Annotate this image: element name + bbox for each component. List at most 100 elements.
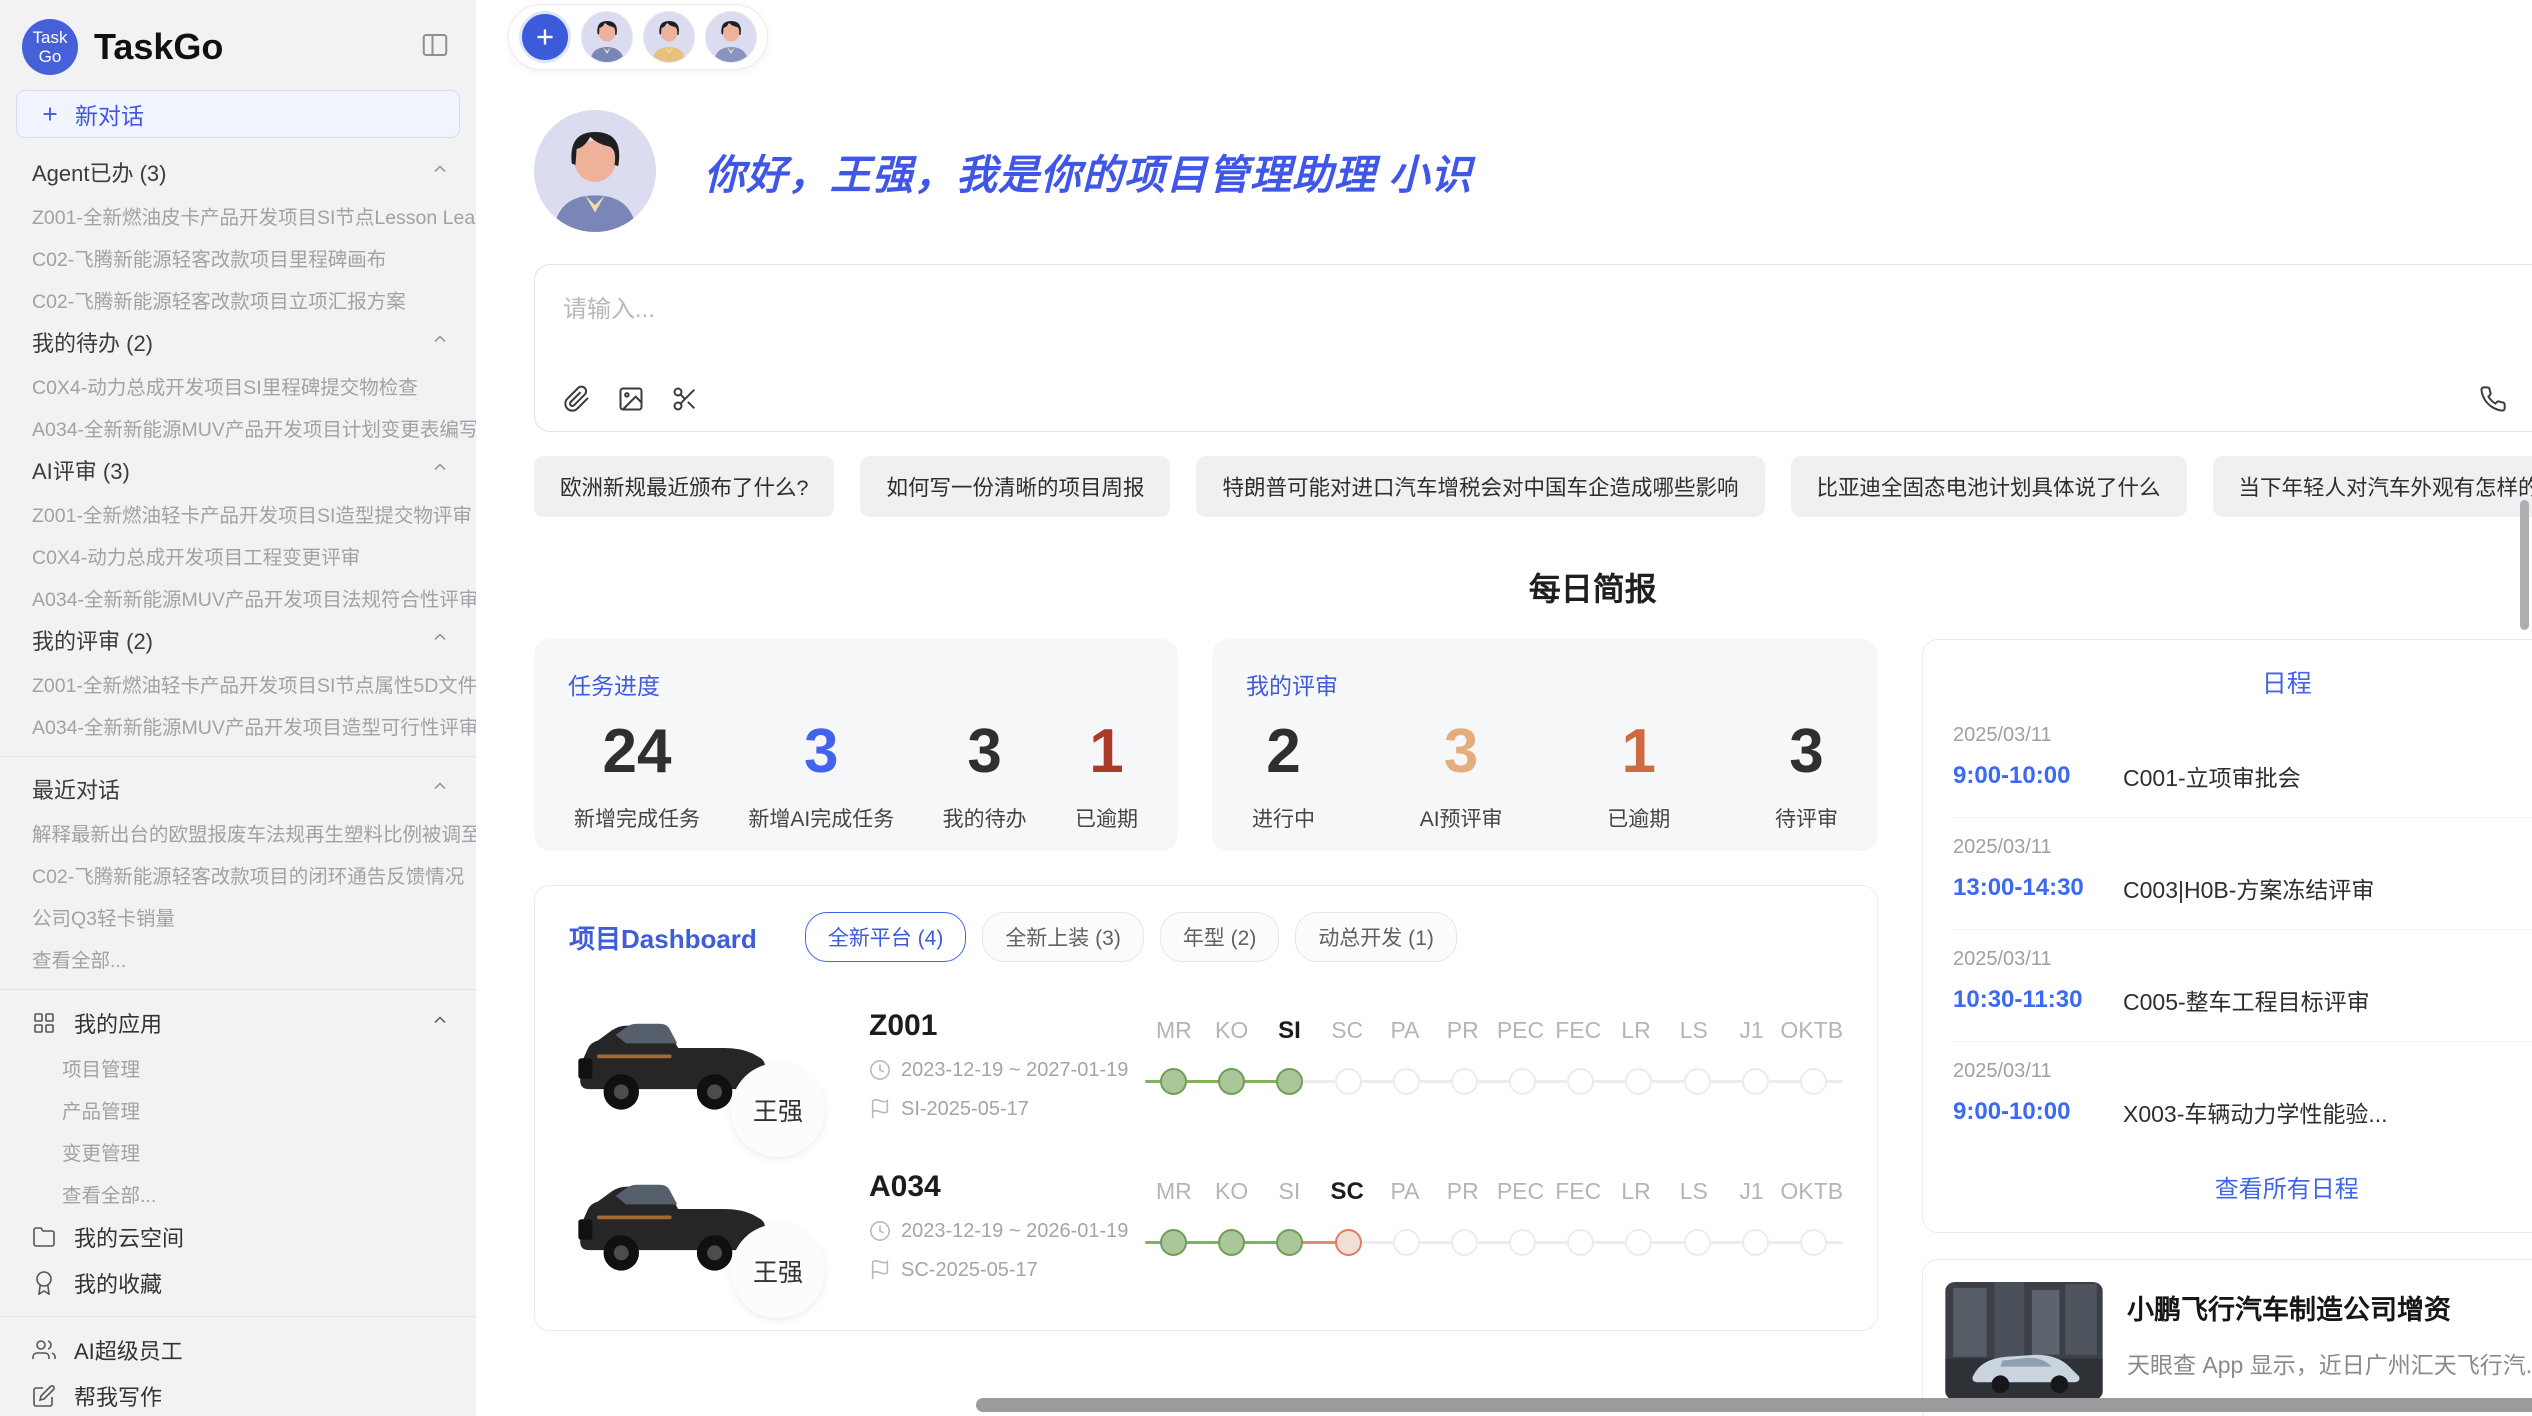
attach-file-icon[interactable] [563, 385, 591, 413]
view-all-schedule-link[interactable]: 查看所有日程 [1953, 1153, 2532, 1214]
milestone-node[interactable] [1218, 1229, 1245, 1256]
right-column: 日程 2025/03/11 9:00-10:00 C001-立项审批会 加入 2… [1922, 639, 2532, 1416]
stat-label: 已逾期 [1075, 803, 1138, 833]
chat-item-label: C02-飞腾新能源轻客改款项目立项汇报方案 [32, 285, 406, 314]
suggestion-chips: 欧洲新规最近颁布了什么? 如何写一份清晰的项目周报特朗普可能对进口汽车增税会对中国… [534, 456, 2532, 517]
milestone-label: OKTB [1780, 1017, 1843, 1045]
milestone-node[interactable] [1335, 1229, 1362, 1256]
milestone-node[interactable] [1684, 1068, 1711, 1095]
suggestion-chip[interactable]: 比亚迪全固态电池计划具体说了什么 [1791, 456, 2187, 517]
sidebar-item-view-all-apps[interactable]: 查看全部... [0, 1172, 476, 1214]
milestone-node[interactable] [1567, 1229, 1594, 1256]
horizontal-scrollbar[interactable] [976, 1398, 2532, 1412]
milestone-node[interactable] [1276, 1068, 1303, 1095]
recent-chats-header[interactable]: 最近对话 [0, 767, 476, 811]
project-owner-avatar: 王强 [731, 1063, 825, 1157]
sidebar-item-ai-super-staff[interactable]: AI超级员工 [0, 1327, 476, 1373]
project-row[interactable]: 王强 Z001 2023-12-19 ~ 2027-01-19 SI-2025-… [569, 1006, 1843, 1123]
agent-avatar-2[interactable] [643, 11, 695, 63]
chat-input-box[interactable]: 请输入... [534, 264, 2532, 432]
sidebar-section-header[interactable]: 我的待办 (2) [0, 320, 476, 364]
chat-item-label: C0X4-动力总成开发项目工程变更评审 [32, 541, 360, 570]
milestone-node[interactable] [1625, 1229, 1652, 1256]
flag-icon [869, 1098, 891, 1120]
sidebar-chat-item[interactable]: Z001-全新燃油轻卡产品开发项目SI节点属性5D文件评审 [0, 662, 476, 704]
suggestion-chip[interactable]: 当下年轻人对汽车外观有怎样的喜好趋势 [2213, 456, 2532, 517]
milestone-node[interactable] [1800, 1229, 1827, 1256]
sidebar-chat-item[interactable]: 解释最新出台的欧盟报废车法规再生塑料比例被调至15%... [0, 811, 476, 853]
voice-call-icon[interactable] [2479, 385, 2507, 413]
dashboard-tab[interactable]: 动总开发 (1) [1295, 912, 1457, 962]
milestone-node[interactable] [1684, 1229, 1711, 1256]
sidebar-item-help-me-write[interactable]: 帮我写作 [0, 1373, 476, 1416]
milestone-node[interactable] [1335, 1068, 1362, 1095]
dashboard-tab[interactable]: 全新上装 (3) [982, 912, 1144, 962]
person-illustration [644, 12, 694, 62]
milestone-label: SC [1318, 1178, 1376, 1206]
milestone-node[interactable] [1742, 1068, 1769, 1095]
dashboard-tab[interactable]: 全新平台 (4) [805, 912, 967, 962]
news-body: 小鹏飞行汽车制造公司增资 天眼查 App 显示，近日广州汇天飞行汽... [2127, 1282, 2532, 1406]
milestone-node[interactable] [1567, 1068, 1594, 1095]
sidebar-chat-item[interactable]: 查看全部... [0, 937, 476, 979]
content: 你好，王强，我是你的项目管理助理 小识 请输入... [508, 110, 2532, 1416]
sidebar-chat-item[interactable]: C02-飞腾新能源轻客改款项目里程碑画布 [0, 236, 476, 278]
sidebar-chat-item[interactable]: A034-全新新能源MUV产品开发项目计划变更表编写 [0, 406, 476, 448]
sidebar-item-product-management[interactable]: 产品管理 [0, 1088, 476, 1130]
new-chat-button[interactable]: 新对话 [16, 90, 460, 138]
add-agent-button[interactable] [519, 11, 571, 63]
new-chat-label: 新对话 [75, 97, 144, 131]
milestone-node[interactable] [1218, 1068, 1245, 1095]
milestone-node[interactable] [1509, 1229, 1536, 1256]
sidebar-chat-item[interactable]: A034-全新新能源MUV产品开发项目法规符合性评审 [0, 576, 476, 618]
divider [0, 1316, 476, 1317]
cloud-space-label: 我的云空间 [74, 1221, 184, 1253]
milestone-node[interactable] [1160, 1068, 1187, 1095]
sidebar-chat-item[interactable]: C02-飞腾新能源轻客改款项目立项汇报方案 [0, 278, 476, 320]
sidebar-item-project-management[interactable]: 项目管理 [0, 1046, 476, 1088]
sidebar-section: AI评审 (3) Z001-全新燃油轻卡产品开发项目SI造型提交物评审 C0X4-… [0, 448, 476, 618]
sidebar-chat-item[interactable]: A034-全新新能源MUV产品开发项目造型可行性评审 [0, 704, 476, 746]
image-upload-icon[interactable] [617, 385, 645, 413]
sidebar-chat-item[interactable]: C02-飞腾新能源轻客改款项目的闭环通告反馈情况 [0, 853, 476, 895]
my-apps-header[interactable]: 我的应用 [0, 1000, 476, 1046]
milestone-label: LR [1607, 1178, 1665, 1206]
suggestion-chip[interactable]: 特朗普可能对进口汽车增税会对中国车企造成哪些影响 [1196, 456, 1764, 517]
sidebar-item-change-management[interactable]: 变更管理 [0, 1130, 476, 1172]
milestone-node[interactable] [1276, 1229, 1303, 1256]
agent-avatar-3[interactable] [705, 11, 757, 63]
news-card[interactable]: 小鹏飞行汽车制造公司增资 天眼查 App 显示，近日广州汇天飞行汽... [1922, 1259, 2532, 1416]
sidebar-section-header[interactable]: 我的评审 (2) [0, 618, 476, 662]
sidebar-section-header[interactable]: AI评审 (3) [0, 448, 476, 492]
milestone-node[interactable] [1800, 1068, 1827, 1095]
sidebar-chat-item[interactable]: Z001-全新燃油皮卡产品开发项目SI节点Lesson Learn报告 [0, 194, 476, 236]
milestone-node[interactable] [1742, 1229, 1769, 1256]
milestone-node[interactable] [1451, 1068, 1478, 1095]
sidebar-item-favorites[interactable]: 我的收藏 [0, 1260, 476, 1306]
milestone-node[interactable] [1625, 1068, 1652, 1095]
stat-card: 任务进度 24 新增完成任务 3 新增AI完成任务 3 我的待办 1 已逾期 [534, 639, 1178, 851]
milestone-node[interactable] [1160, 1229, 1187, 1256]
snippet-scissors-icon[interactable] [671, 385, 699, 413]
stat: 1 已逾期 [1075, 715, 1138, 833]
vertical-scrollbar[interactable] [2520, 500, 2529, 630]
milestone-node[interactable] [1509, 1068, 1536, 1095]
sidebar-chat-item[interactable]: 公司Q3轻卡销量 [0, 895, 476, 937]
chat-item-label: A034-全新新能源MUV产品开发项目法规符合性评审 [32, 583, 476, 612]
milestone-label: FEC [1549, 1017, 1607, 1045]
sidebar-chat-item[interactable]: C0X4-动力总成开发项目工程变更评审 [0, 534, 476, 576]
project-row[interactable]: 王强 A034 2023-12-19 ~ 2026-01-19 SC-2025-… [569, 1167, 1843, 1284]
sidebar-chat-item[interactable]: C0X4-动力总成开发项目SI里程碑提交物检查 [0, 364, 476, 406]
milestone-node[interactable] [1451, 1229, 1478, 1256]
chevron-up-icon [430, 776, 450, 802]
agent-avatar-1[interactable] [581, 11, 633, 63]
suggestion-chip[interactable]: 欧洲新规最近颁布了什么? [534, 456, 834, 517]
collapse-sidebar-icon[interactable] [420, 30, 450, 65]
sidebar-chat-item[interactable]: Z001-全新燃油轻卡产品开发项目SI造型提交物评审 [0, 492, 476, 534]
milestone-node[interactable] [1393, 1229, 1420, 1256]
sidebar-item-cloud-space[interactable]: 我的云空间 [0, 1214, 476, 1260]
dashboard-tab[interactable]: 年型 (2) [1160, 912, 1280, 962]
suggestion-chip[interactable]: 如何写一份清晰的项目周报 [860, 456, 1170, 517]
sidebar-section-header[interactable]: Agent已办 (3) [0, 150, 476, 194]
milestone-node[interactable] [1393, 1068, 1420, 1095]
